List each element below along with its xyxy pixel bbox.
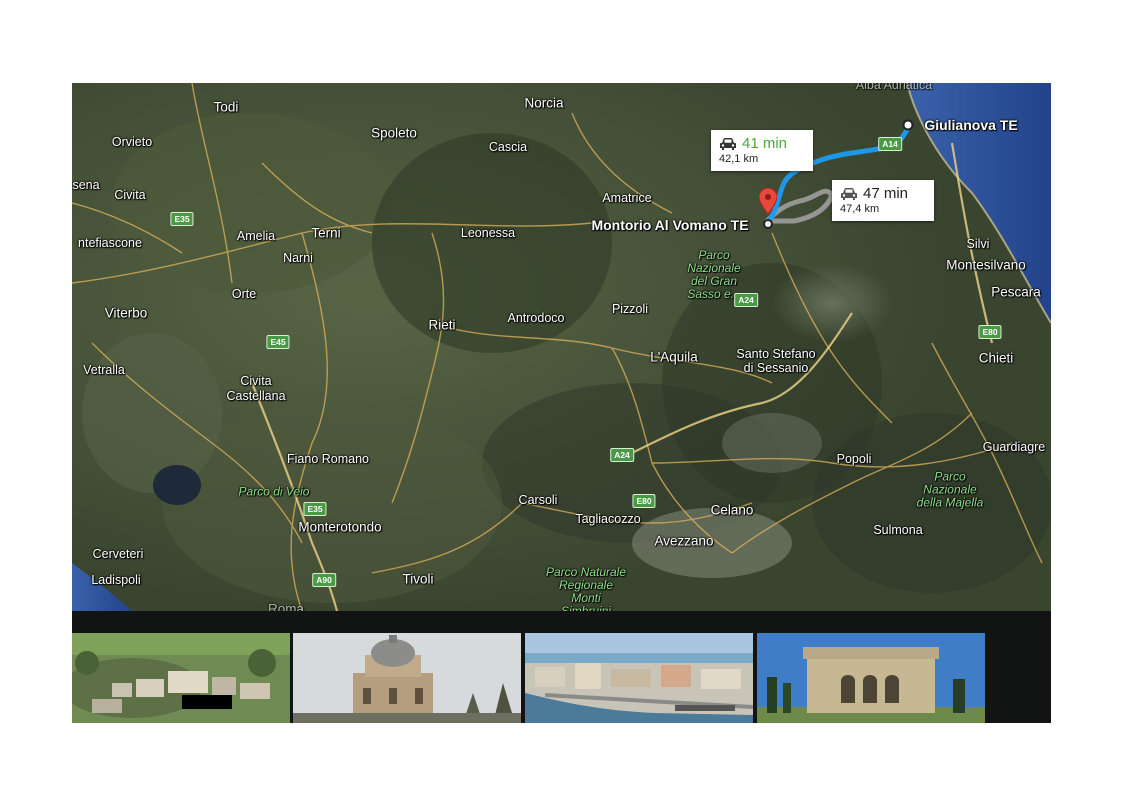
- shield-a24-east: A24: [734, 293, 758, 307]
- photo-villa[interactable]: [757, 633, 985, 723]
- aerial-town-photo-icon: [72, 633, 290, 723]
- place-tivoli: Tivoli: [402, 571, 434, 587]
- place-alba-adriatica: Alba Adriatica: [855, 83, 933, 92]
- place-monterotondo: Monterotondo: [298, 519, 382, 535]
- photo-strip: [72, 611, 1051, 723]
- harbor-city-photo-icon: [525, 633, 753, 723]
- place-leonessa: Leonessa: [460, 226, 516, 240]
- route-alternate-box[interactable]: 47 min 47,4 km: [832, 180, 934, 221]
- place-montefiascone: ntefiascone: [78, 236, 142, 250]
- park-gran-sasso: Parco Nazionale del Gran Sasso e...: [687, 248, 741, 301]
- place-avezzano: Avezzano: [654, 533, 714, 549]
- route-primary-box[interactable]: 41 min 42,1 km: [711, 130, 813, 171]
- route-primary-time: 41 min: [742, 135, 788, 152]
- photo-aerial-town[interactable]: [72, 633, 290, 723]
- place-terni: Terni: [311, 225, 341, 241]
- origin-pin-icon[interactable]: [759, 188, 777, 214]
- place-rieti: Rieti: [428, 317, 456, 333]
- place-sulmona: Sulmona: [873, 523, 923, 537]
- place-amelia: Amelia: [236, 229, 276, 243]
- place-cascia: Cascia: [488, 140, 528, 154]
- shield-e45: E45: [266, 335, 290, 349]
- origin-label[interactable]: Montorio Al Vomano TE: [591, 217, 748, 233]
- place-narni: Narni: [283, 251, 313, 265]
- place-spoleto: Spoleto: [371, 125, 417, 141]
- satellite-map[interactable]: Todi Norcia Orvieto Spoleto Cascia sena …: [72, 83, 1051, 618]
- park-majella: Parco Nazionale della Majella: [916, 469, 984, 510]
- place-aquila: L'Aquila: [650, 349, 698, 365]
- shield-a14: A14: [878, 137, 902, 151]
- place-silvi: Silvi: [966, 237, 990, 251]
- place-orvieto: Orvieto: [111, 135, 153, 149]
- car-icon: [720, 137, 736, 150]
- place-sena: sena: [72, 178, 100, 192]
- place-orte: Orte: [231, 287, 257, 301]
- shield-e80-east: E80: [978, 325, 1002, 339]
- place-guardiagrele: Guardiagre: [982, 440, 1046, 454]
- place-pizzoli: Pizzoli: [611, 302, 649, 316]
- photo-domed-church[interactable]: [293, 633, 521, 723]
- domed-church-photo-icon: [293, 633, 521, 723]
- place-cerveteri: Cerveteri: [92, 547, 144, 561]
- place-antrodoco: Antrodoco: [507, 311, 565, 325]
- route-primary-distance: 42,1 km: [719, 153, 759, 165]
- destination-label[interactable]: Giulianova TE: [924, 117, 1017, 133]
- shield-a24-south: A24: [610, 448, 634, 462]
- place-fiano-romano: Fiano Romano: [287, 452, 369, 466]
- place-tagliacozzo: Tagliacozzo: [575, 512, 641, 526]
- place-montesilvano: Montesilvano: [946, 257, 1026, 273]
- map-panel[interactable]: Todi Norcia Orvieto Spoleto Cascia sena …: [72, 83, 1051, 723]
- shield-a90: A90: [312, 573, 336, 587]
- shield-e35-north: E35: [170, 212, 194, 226]
- route-alternate-distance: 47,4 km: [840, 203, 880, 215]
- place-popoli: Popoli: [836, 452, 872, 466]
- place-amatrice: Amatrice: [602, 191, 652, 205]
- place-celano: Celano: [710, 502, 754, 518]
- place-santo-stefano: Santo Stefano di Sessanio: [736, 347, 816, 375]
- photo-harbor-city[interactable]: [525, 633, 753, 723]
- shield-e35-south: E35: [303, 502, 327, 516]
- place-todi: Todi: [213, 99, 239, 115]
- place-ladispoli: Ladispoli: [91, 573, 141, 587]
- place-pescara: Pescara: [991, 284, 1041, 300]
- car-icon: [841, 187, 857, 200]
- route-alternate-time: 47 min: [863, 185, 909, 202]
- place-vetralla: Vetralla: [83, 363, 125, 377]
- place-carsoli: Carsoli: [518, 493, 558, 507]
- place-norcia: Norcia: [524, 95, 564, 111]
- place-chieti: Chieti: [978, 350, 1014, 366]
- park-veio: Parco di Veio: [238, 484, 310, 499]
- place-civita-castellana: Civita Castellana: [226, 374, 286, 403]
- villa-photo-icon: [757, 633, 985, 723]
- place-viterbo: Viterbo: [104, 305, 148, 321]
- origin-marker-icon: [763, 219, 773, 229]
- shield-e80-south: E80: [632, 494, 656, 508]
- place-civita: Civita: [114, 188, 146, 202]
